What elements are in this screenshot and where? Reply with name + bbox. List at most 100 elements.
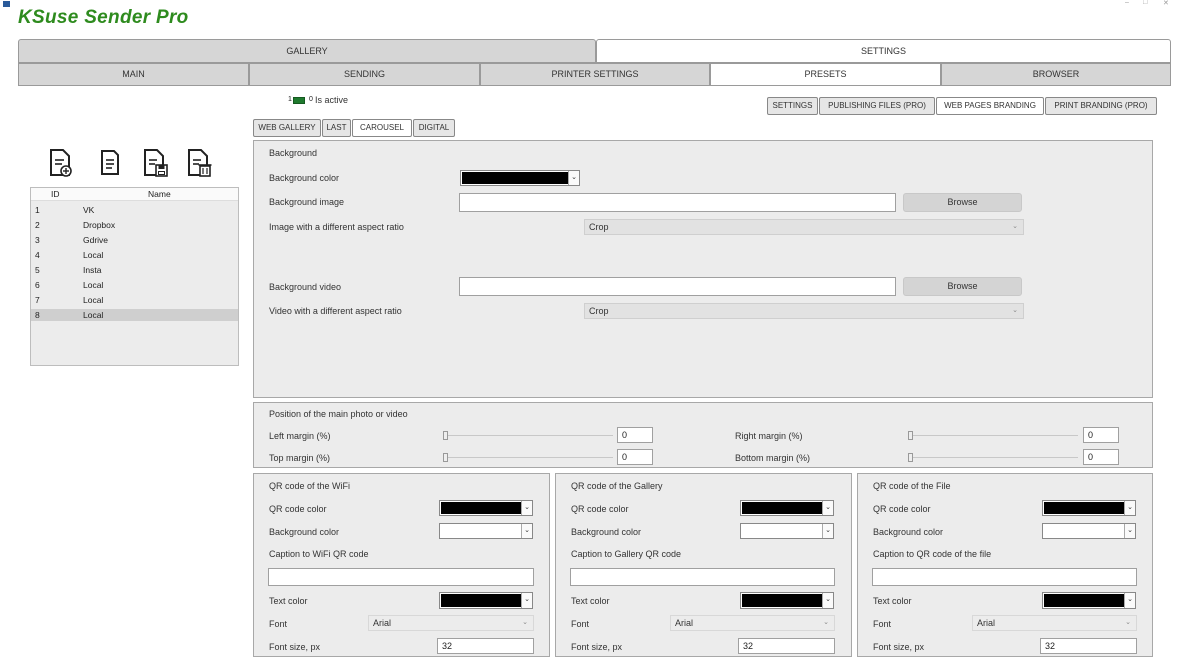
- top-margin-input[interactable]: 0: [617, 449, 653, 465]
- qr-gallery-caption-input[interactable]: [570, 568, 835, 586]
- tab-settings[interactable]: SETTINGS: [596, 39, 1171, 63]
- qr-gallery-color-label: QR code color: [571, 504, 629, 514]
- background-image-input[interactable]: [459, 193, 896, 212]
- left-margin-slider[interactable]: [443, 435, 613, 436]
- preset-tab-print-branding[interactable]: PRINT BRANDING (PRO): [1045, 97, 1157, 115]
- right-margin-slider-handle[interactable]: [908, 431, 913, 440]
- copy-file-icon[interactable]: [98, 148, 122, 178]
- qr-wifi-font-size-input[interactable]: 32: [437, 638, 534, 654]
- qr-gallery-font-size-input[interactable]: 32: [738, 638, 835, 654]
- right-margin-slider[interactable]: [908, 435, 1078, 436]
- chevron-down-icon: ⌄: [568, 171, 579, 185]
- tab-gallery[interactable]: GALLERY: [18, 39, 596, 63]
- table-row[interactable]: 5 Insta: [31, 265, 238, 276]
- qr-gallery-font-select[interactable]: Arial ⌄: [670, 615, 835, 631]
- qr-gallery-color-picker[interactable]: ⌄: [740, 500, 834, 516]
- toggle-right-value: 0: [309, 96, 313, 103]
- app-title: KSuse Sender Pro: [18, 7, 189, 28]
- qr-gallery-font-label: Font: [571, 619, 590, 629]
- save-file-icon[interactable]: [142, 148, 170, 178]
- bottom-margin-slider[interactable]: [908, 457, 1078, 458]
- background-video-input[interactable]: [459, 277, 896, 296]
- page-tab-web-gallery[interactable]: WEB GALLERY: [253, 119, 321, 137]
- bottom-margin-input[interactable]: 0: [1083, 449, 1119, 465]
- row-id: 1: [35, 205, 40, 215]
- maximize-button[interactable]: □: [1143, 0, 1147, 6]
- chevron-down-icon: ⌄: [521, 593, 532, 608]
- app-icon: [3, 1, 10, 7]
- qr-gallery-font-size-label: Font size, px: [571, 642, 623, 652]
- tab-browser-label: BROWSER: [1032, 69, 1080, 79]
- minimize-button[interactable]: –: [1125, 0, 1129, 6]
- table-row[interactable]: 4 Local: [31, 250, 238, 261]
- preset-tab-web-pages-branding-label: WEB PAGES BRANDING: [944, 101, 1036, 110]
- table-row[interactable]: 7 Local: [31, 295, 238, 306]
- preset-tab-publishing-files[interactable]: PUBLISHING FILES (PRO): [819, 97, 935, 115]
- preset-toolbar: [48, 148, 218, 182]
- new-file-icon[interactable]: [48, 148, 74, 178]
- qr-file-text-color-picker[interactable]: ⌄: [1042, 592, 1136, 609]
- qr-wifi-font-select[interactable]: Arial ⌄: [368, 615, 534, 631]
- qr-file-caption-input[interactable]: [872, 568, 1137, 586]
- tab-printer-settings[interactable]: PRINTER SETTINGS: [480, 63, 710, 86]
- delete-file-icon[interactable]: [186, 148, 214, 178]
- chevron-down-icon: ⌄: [521, 501, 532, 515]
- tab-browser[interactable]: BROWSER: [941, 63, 1171, 86]
- tab-sending[interactable]: SENDING: [249, 63, 480, 86]
- left-margin-label: Left margin (%): [269, 431, 331, 441]
- color-swatch: [1044, 525, 1124, 537]
- qr-file-font-select[interactable]: Arial ⌄: [972, 615, 1137, 631]
- qr-wifi-caption-input[interactable]: [268, 568, 534, 586]
- browse-image-button[interactable]: Browse: [903, 193, 1022, 212]
- tab-main[interactable]: MAIN: [18, 63, 249, 86]
- tab-printer-settings-label: PRINTER SETTINGS: [551, 69, 639, 79]
- bottom-margin-slider-handle[interactable]: [908, 453, 913, 462]
- color-swatch: [462, 172, 568, 184]
- qr-wifi-title: QR code of the WiFi: [269, 481, 351, 491]
- table-row-selected[interactable]: 8 Local: [31, 309, 238, 321]
- page-tab-carousel[interactable]: CAROUSEL: [352, 119, 412, 137]
- image-aspect-value: Crop: [589, 222, 609, 232]
- image-aspect-select[interactable]: Crop ⌄: [584, 219, 1024, 235]
- background-color-picker[interactable]: ⌄: [460, 170, 580, 186]
- preset-tab-web-pages-branding[interactable]: WEB PAGES BRANDING: [936, 97, 1044, 115]
- preset-tab-publishing-files-label: PUBLISHING FILES (PRO): [828, 101, 926, 110]
- close-button[interactable]: ✕: [1163, 0, 1169, 7]
- background-panel: [253, 140, 1153, 398]
- qr-gallery-bg-picker[interactable]: ⌄: [740, 523, 834, 539]
- qr-file-bg-picker[interactable]: ⌄: [1042, 523, 1136, 539]
- tab-presets[interactable]: PRESETS: [710, 63, 941, 86]
- table-header-id[interactable]: ID: [51, 189, 60, 199]
- page-tab-last[interactable]: LAST: [322, 119, 351, 137]
- qr-wifi-bg-picker[interactable]: ⌄: [439, 523, 533, 539]
- qr-file-color-picker[interactable]: ⌄: [1042, 500, 1136, 516]
- table-row[interactable]: 6 Local: [31, 280, 238, 291]
- table-row[interactable]: 2 Dropbox: [31, 220, 238, 231]
- page-tab-digital[interactable]: DIGITAL: [413, 119, 455, 137]
- qr-wifi-font-label: Font: [269, 619, 288, 629]
- qr-wifi-color-picker[interactable]: ⌄: [439, 500, 533, 516]
- toggle-switch[interactable]: [293, 97, 305, 104]
- qr-gallery-bg-label: Background color: [571, 527, 642, 537]
- table-row[interactable]: 3 Gdrive: [31, 235, 238, 246]
- top-margin-slider-handle[interactable]: [443, 453, 448, 462]
- qr-wifi-text-color-label: Text color: [269, 596, 308, 606]
- qr-wifi-text-color-picker[interactable]: ⌄: [439, 592, 533, 609]
- row-name: Dropbox: [83, 220, 116, 230]
- preset-tab-settings[interactable]: SETTINGS: [767, 97, 818, 115]
- left-margin-input[interactable]: 0: [617, 427, 653, 443]
- top-margin-slider[interactable]: [443, 457, 613, 458]
- qr-gallery-caption-label: Caption to Gallery QR code: [571, 549, 682, 559]
- left-margin-slider-handle[interactable]: [443, 431, 448, 440]
- qr-gallery-text-color-picker[interactable]: ⌄: [740, 592, 834, 609]
- qr-file-font-size-input[interactable]: 32: [1040, 638, 1137, 654]
- browse-video-button[interactable]: Browse: [903, 277, 1022, 296]
- qr-wifi-font-value: Arial: [373, 618, 392, 628]
- chevron-down-icon: ⌄: [1012, 223, 1018, 230]
- presets-table[interactable]: ID Name 1 VK 2 Dropbox 3 Gdrive 4 Local 5 Ins…: [30, 187, 239, 366]
- right-margin-input[interactable]: 0: [1083, 427, 1119, 443]
- video-aspect-value: Crop: [589, 306, 609, 316]
- table-header-name[interactable]: Name: [148, 189, 171, 199]
- table-row[interactable]: 1 VK: [31, 205, 238, 216]
- video-aspect-select[interactable]: Crop ⌄: [584, 303, 1024, 319]
